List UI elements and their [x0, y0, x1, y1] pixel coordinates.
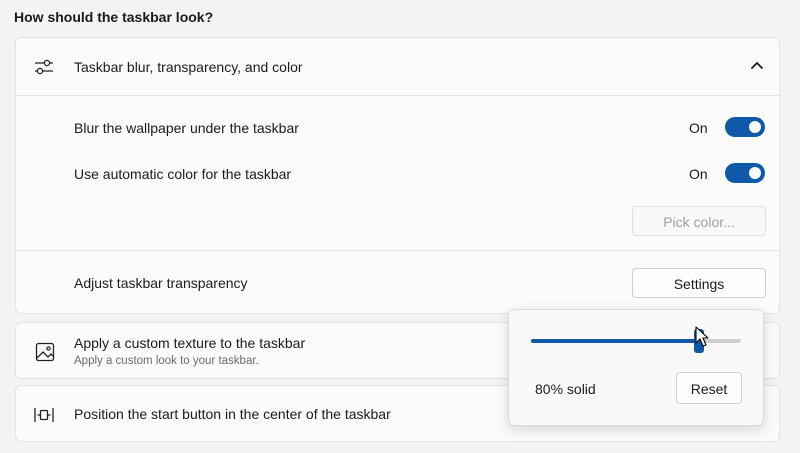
divider — [16, 250, 779, 251]
auto-color-toggle[interactable] — [725, 163, 765, 183]
auto-color-label: Use automatic color for the taskbar — [74, 166, 292, 182]
position-label: Position the start button in the center … — [74, 406, 391, 422]
blur-wallpaper-label: Blur the wallpaper under the taskbar — [74, 120, 299, 136]
texture-label: Apply a custom texture to the taskbar — [74, 335, 306, 351]
transparency-flyout: 80% solid Reset — [508, 309, 764, 426]
blur-card-header[interactable]: Taskbar blur, transparency, and color — [16, 38, 779, 95]
pick-color-button: Pick color... — [632, 206, 766, 236]
blur-wallpaper-state: On — [689, 120, 708, 136]
reset-button[interactable]: Reset — [676, 372, 742, 404]
center-align-icon — [34, 408, 54, 422]
transparency-label: Adjust taskbar transparency — [74, 275, 248, 291]
image-icon — [35, 342, 55, 362]
texture-sublabel: Apply a custom look to your taskbar. — [74, 355, 259, 367]
sliders-icon — [35, 59, 53, 75]
transparency-settings-button[interactable]: Settings — [632, 268, 766, 298]
transparency-value: 80% solid — [535, 381, 596, 397]
auto-color-state: On — [689, 166, 708, 182]
chevron-up-icon[interactable] — [749, 58, 765, 74]
section-title: How should the taskbar look? — [14, 9, 214, 25]
taskbar-blur-card: Taskbar blur, transparency, and color Bl… — [15, 37, 780, 314]
blur-wallpaper-toggle[interactable] — [725, 117, 765, 137]
slider-fill — [531, 339, 699, 343]
mouse-cursor-icon — [695, 326, 709, 347]
divider — [16, 95, 779, 96]
blur-card-title: Taskbar blur, transparency, and color — [74, 59, 303, 75]
